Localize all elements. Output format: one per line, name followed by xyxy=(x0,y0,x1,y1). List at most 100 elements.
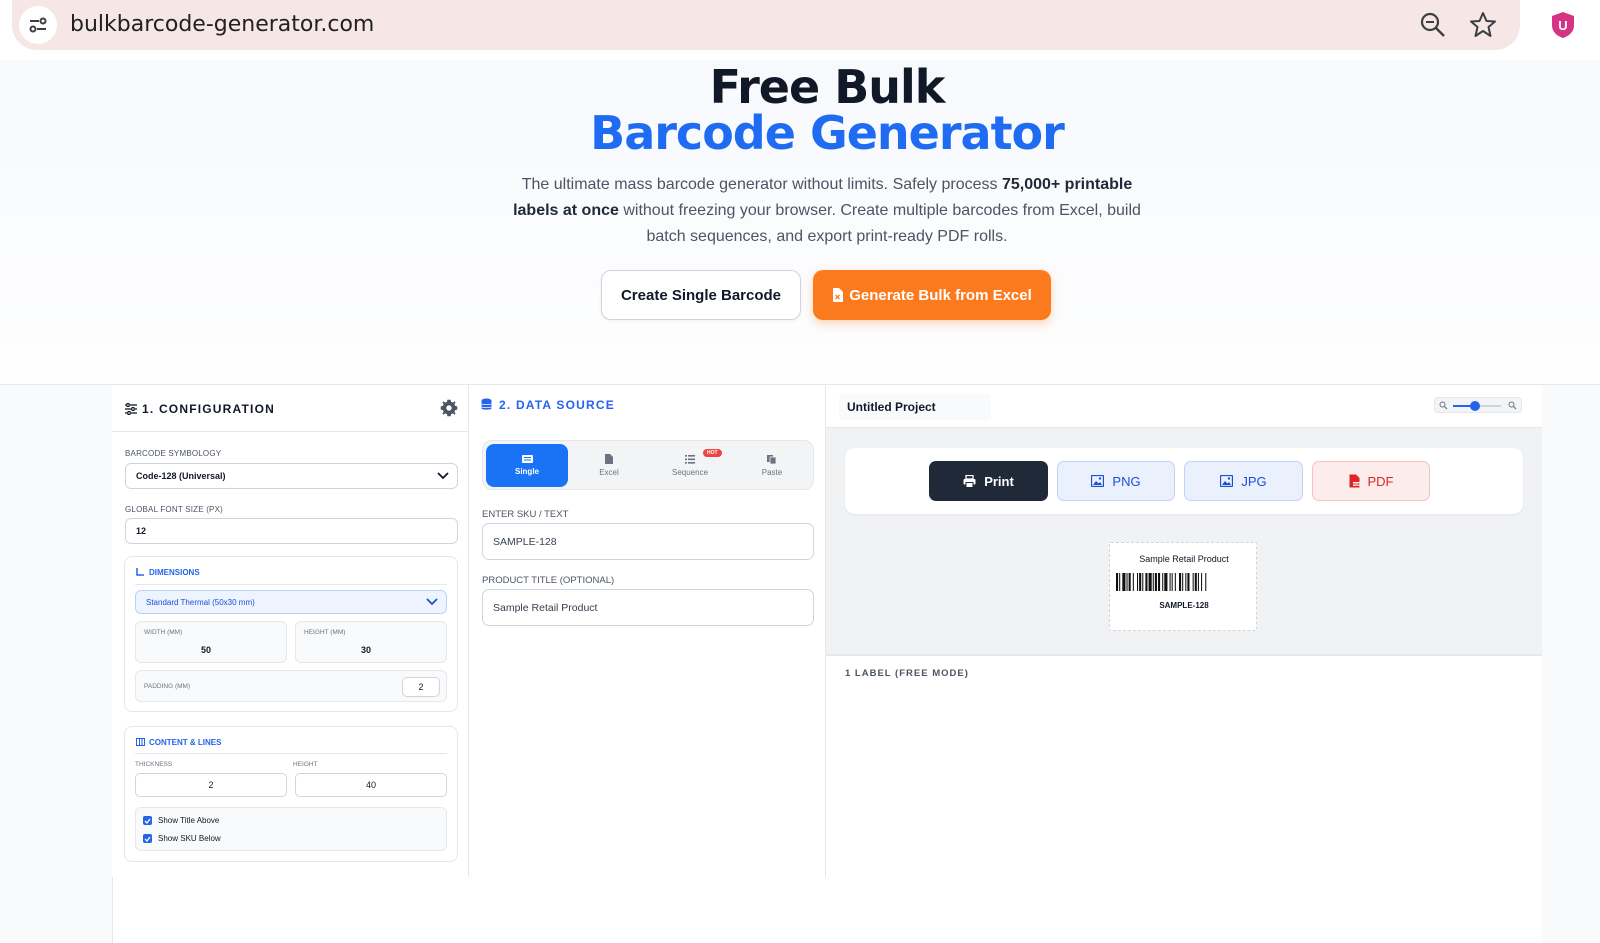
tab-sequence-label: Sequence xyxy=(671,467,709,477)
font-size-value: 12 xyxy=(136,526,147,536)
preset-value: Standard Thermal (50x30 mm) xyxy=(146,597,255,607)
hero-title-line2: Barcode Generator xyxy=(590,106,1065,160)
columns-icon xyxy=(136,738,145,746)
label-preset-select[interactable]: Standard Thermal (50x30 mm) xyxy=(135,590,447,614)
hero-description: The ultimate mass barcode generator with… xyxy=(513,176,1141,245)
barcode-bar xyxy=(1122,573,1126,591)
barcode-bar xyxy=(1201,573,1203,591)
bulk-button-label: Generate Bulk from Excel xyxy=(849,286,1032,304)
barcode-bar xyxy=(1185,573,1187,591)
thickness-input[interactable]: 2 xyxy=(135,773,287,797)
label-sku-text: SAMPLE-128 xyxy=(1159,601,1209,610)
file-excel-icon xyxy=(833,288,844,302)
barcode-bar xyxy=(1154,573,1157,591)
tab-sequence[interactable]: Sequence HOT xyxy=(649,444,731,487)
svg-text:PDF: PDF xyxy=(1353,482,1359,486)
font-size-input[interactable]: 12 xyxy=(125,518,458,544)
zoom-slider[interactable] xyxy=(1434,397,1522,413)
dimensions-card: DIMENSIONS Standard Thermal (50x30 mm) W… xyxy=(124,556,458,712)
print-button[interactable]: Print xyxy=(929,461,1048,501)
png-label: PNG xyxy=(1112,473,1141,489)
barcode-bar xyxy=(1171,573,1173,591)
padding-input[interactable]: 2 xyxy=(402,677,440,697)
print-label: Print xyxy=(984,473,1014,489)
show-title-checkbox[interactable]: Show Title Above xyxy=(143,816,219,825)
barcode-bar xyxy=(1137,573,1139,591)
content-lines-title: CONTENT & LINES xyxy=(149,738,222,747)
dimensions-title: DIMENSIONS xyxy=(149,568,200,577)
preview-panel: Untitled Project Print PNG JPG PDF PDF S… xyxy=(826,385,1542,943)
tab-single-label: Single xyxy=(514,467,539,476)
product-title-label: PRODUCT TITLE (OPTIONAL) xyxy=(482,575,615,586)
zoom-thumb[interactable] xyxy=(1469,401,1480,411)
symbology-value: Code-128 (Universal) xyxy=(136,471,226,481)
line-height-label: HEIGHT xyxy=(293,761,318,768)
jpg-label: JPG xyxy=(1241,473,1267,489)
config-header: 1. CONFIGURATION xyxy=(112,385,468,432)
symbology-select[interactable]: Code-128 (Universal) xyxy=(125,463,458,489)
divider xyxy=(135,753,447,754)
chevron-down-icon xyxy=(426,598,438,606)
show-sku-checkbox[interactable]: Show SKU Below xyxy=(143,834,221,843)
database-icon xyxy=(481,398,492,410)
height-label: HEIGHT (MM) xyxy=(304,629,346,636)
gear-icon[interactable] xyxy=(440,399,458,417)
barcode-bar xyxy=(1116,573,1119,591)
sku-input[interactable]: SAMPLE-128 xyxy=(482,523,814,560)
image-icon xyxy=(1220,475,1234,487)
checkbox-group: Show Title Above Show SKU Below xyxy=(135,807,447,851)
sku-label: ENTER SKU / TEXT xyxy=(482,509,569,520)
width-field[interactable]: WIDTH (MM) 50 xyxy=(135,621,287,663)
generate-bulk-from-excel-button[interactable]: Generate Bulk from Excel xyxy=(813,270,1051,320)
create-single-barcode-button[interactable]: Create Single Barcode xyxy=(601,270,801,320)
show-sku-label: Show SKU Below xyxy=(158,834,221,843)
file-excel-icon xyxy=(605,454,613,464)
barcode-bar xyxy=(1179,573,1182,591)
clipboard-icon xyxy=(767,455,777,464)
barcode-bar xyxy=(1126,573,1128,591)
label-count-text: 1 LABEL (FREE MODE) xyxy=(845,668,969,679)
url-text[interactable]: bulkbarcode-generator.com xyxy=(70,12,374,37)
preview-header: Untitled Project xyxy=(826,385,1542,428)
barcode-bar xyxy=(1197,573,1199,591)
tab-excel[interactable]: Excel xyxy=(568,444,650,487)
show-title-label: Show Title Above xyxy=(158,816,220,825)
zoom-icon[interactable] xyxy=(1418,10,1448,40)
height-value: 30 xyxy=(360,645,371,655)
width-value: 50 xyxy=(200,645,211,655)
hot-badge: HOT xyxy=(703,449,722,457)
barcode-bar xyxy=(1194,573,1197,591)
width-label: WIDTH (MM) xyxy=(144,629,183,636)
barcode-bar xyxy=(1148,573,1152,591)
line-height-input[interactable]: 40 xyxy=(295,773,447,797)
barcode-bar xyxy=(1145,573,1148,591)
checkbox-checked-icon xyxy=(143,816,152,825)
thickness-label: THICKNESS xyxy=(135,761,173,768)
barcode-icon xyxy=(521,455,533,463)
tab-excel-label: Excel xyxy=(599,468,619,477)
pdf-label: PDF xyxy=(1367,473,1394,489)
barcode-bar xyxy=(1152,573,1154,591)
product-title-input[interactable]: Sample Retail Product xyxy=(482,589,814,626)
padding-label: PADDING (MM) xyxy=(144,683,191,690)
browser-toolbar: bulkbarcode-generator.com U xyxy=(0,0,1600,60)
bookmark-star-icon[interactable] xyxy=(1468,10,1498,40)
divider xyxy=(135,584,447,585)
barcode-bar xyxy=(1162,573,1164,591)
height-field[interactable]: HEIGHT (MM) 30 xyxy=(295,621,447,663)
export-pdf-button[interactable]: PDF PDF xyxy=(1312,461,1430,501)
tab-paste[interactable]: Paste xyxy=(731,444,813,487)
export-jpg-button[interactable]: JPG xyxy=(1184,461,1303,501)
svg-text:U: U xyxy=(1558,18,1567,33)
tab-paste-label: Paste xyxy=(761,468,783,477)
font-size-label: GLOBAL FONT SIZE (PX) xyxy=(125,505,223,514)
barcode-bar xyxy=(1192,573,1194,591)
export-png-button[interactable]: PNG xyxy=(1057,461,1175,501)
tab-single[interactable]: Single xyxy=(486,444,568,487)
data-source-panel: 2. DATA SOURCE Single Excel Sequence HOT… xyxy=(469,385,826,877)
site-info-icon[interactable] xyxy=(19,6,57,44)
zoom-in-icon xyxy=(1508,401,1517,410)
ruler-icon xyxy=(136,568,144,576)
project-name-input[interactable]: Untitled Project xyxy=(839,394,991,420)
extension-shield-icon[interactable]: U xyxy=(1549,10,1577,40)
